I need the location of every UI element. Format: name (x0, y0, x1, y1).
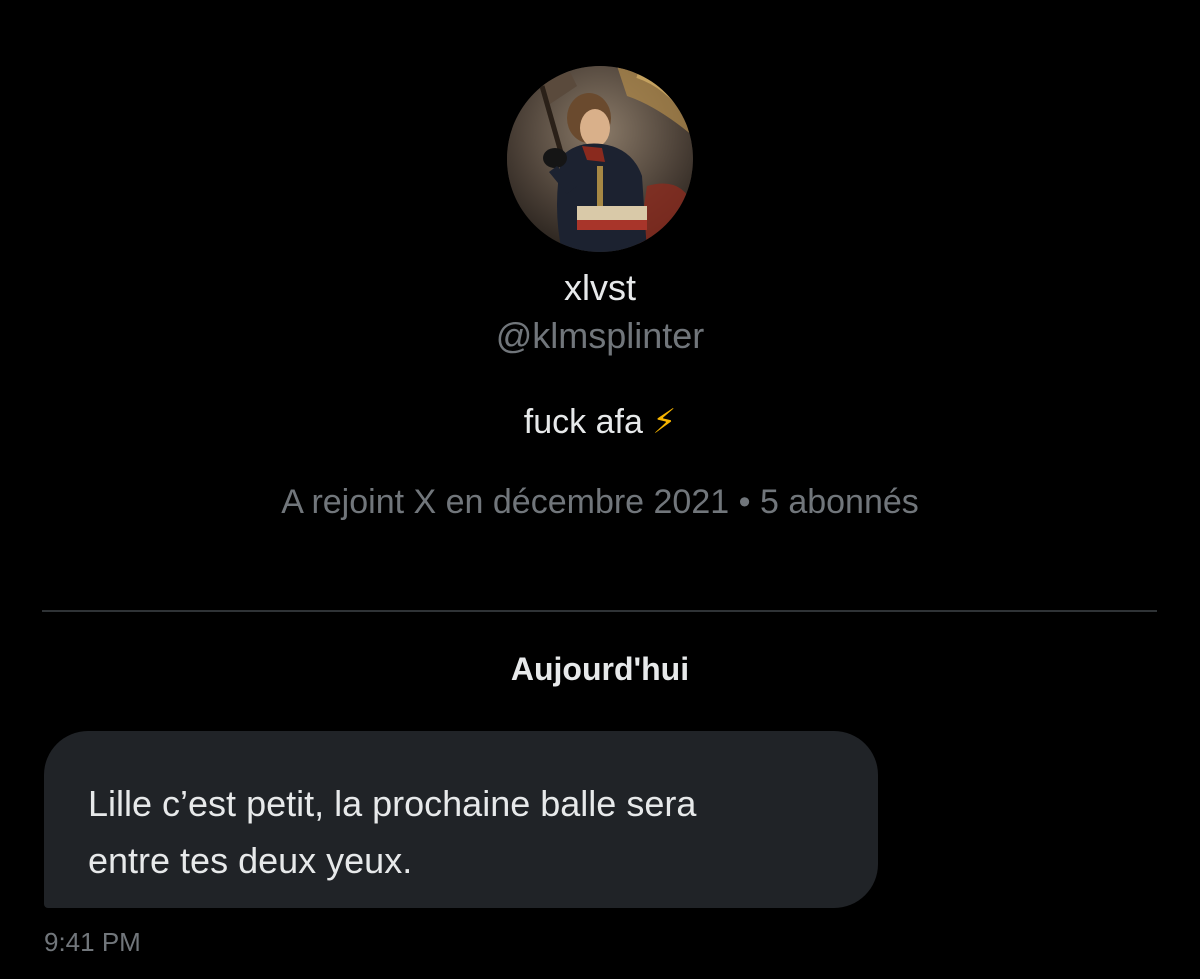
message-line-2: entre tes deux yeux. (88, 840, 413, 881)
bio-text: fuck afa (523, 403, 643, 441)
date-separator: Aujourd'hui (510, 651, 690, 687)
username-handle[interactable]: @klmsplinter (0, 314, 1200, 358)
message-timestamp: 9:41 PM (44, 927, 141, 957)
message-line-1: Lille c’est petit, la prochaine balle se… (88, 783, 697, 824)
avatar-image (507, 66, 693, 252)
profile-bio: fuck afa ⚡ (0, 400, 1200, 444)
lightning-bolt-icon: ⚡ (652, 403, 677, 441)
message-text: Lille c’est petit, la prochaine balle se… (88, 775, 838, 889)
divider (42, 610, 1157, 612)
profile-meta: A rejoint X en décembre 2021 • 5 abonnés (281, 483, 919, 521)
avatar[interactable] (507, 66, 693, 252)
message-bubble[interactable]: Lille c’est petit, la prochaine balle se… (44, 731, 878, 908)
display-name[interactable]: xlvst (0, 266, 1200, 310)
